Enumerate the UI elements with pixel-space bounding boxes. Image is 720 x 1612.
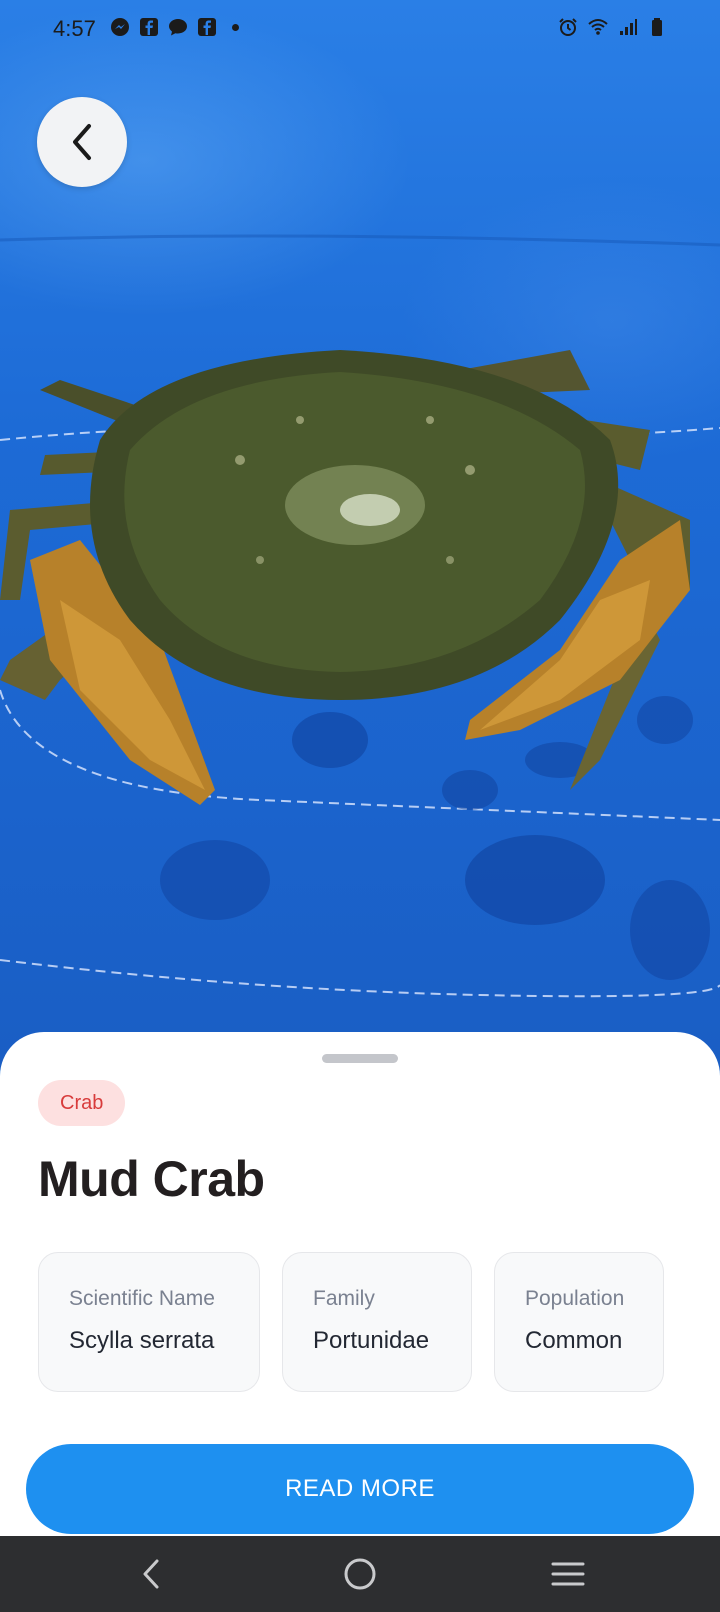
status-time: 4:57 <box>53 16 96 41</box>
alarm-icon <box>559 18 577 36</box>
notification-icons <box>110 17 239 37</box>
facebook-icon <box>140 18 158 36</box>
signal-icon <box>620 19 637 35</box>
chevron-left-icon <box>73 124 91 160</box>
read-more-button[interactable]: READ MORE <box>26 1444 694 1534</box>
system-nav-bar <box>0 1536 720 1612</box>
nav-recents-button[interactable] <box>548 1554 588 1594</box>
info-card-family: Family Portunidae <box>282 1252 472 1392</box>
info-label: Population <box>525 1287 625 1310</box>
info-card-population: Population Common <box>494 1252 664 1392</box>
nav-home-button[interactable] <box>340 1554 380 1594</box>
chat-bubble-icon <box>169 19 187 36</box>
system-icons <box>558 17 668 37</box>
messenger-icon <box>111 18 129 36</box>
back-button[interactable] <box>37 97 127 187</box>
drag-handle[interactable] <box>322 1054 398 1063</box>
nav-recents-icon <box>551 1562 585 1586</box>
nav-home-icon <box>344 1558 376 1590</box>
category-tag: Crab <box>38 1080 126 1126</box>
info-value: Portunidae <box>313 1327 430 1354</box>
nav-back-button[interactable] <box>132 1554 172 1594</box>
species-title: Mud Crab <box>38 1151 265 1207</box>
info-card-scientific-name: Scientific Name Scylla serrata <box>38 1252 260 1392</box>
info-value: Scylla serrata <box>69 1327 215 1354</box>
details-sheet: Crab Mud Crab Scientific Name Scylla ser… <box>0 1032 720 1536</box>
battery-icon <box>652 18 662 36</box>
info-label: Family <box>313 1287 375 1310</box>
facebook-icon <box>198 18 216 36</box>
info-value: Common <box>525 1327 623 1354</box>
info-label: Scientific Name <box>69 1287 215 1310</box>
dot-icon <box>232 23 239 31</box>
wifi-icon <box>588 19 608 35</box>
nav-back-icon <box>143 1559 159 1589</box>
status-bar: 4:57 <box>0 0 720 60</box>
info-cards: Scientific Name Scylla serrata Family Po… <box>38 1252 720 1392</box>
